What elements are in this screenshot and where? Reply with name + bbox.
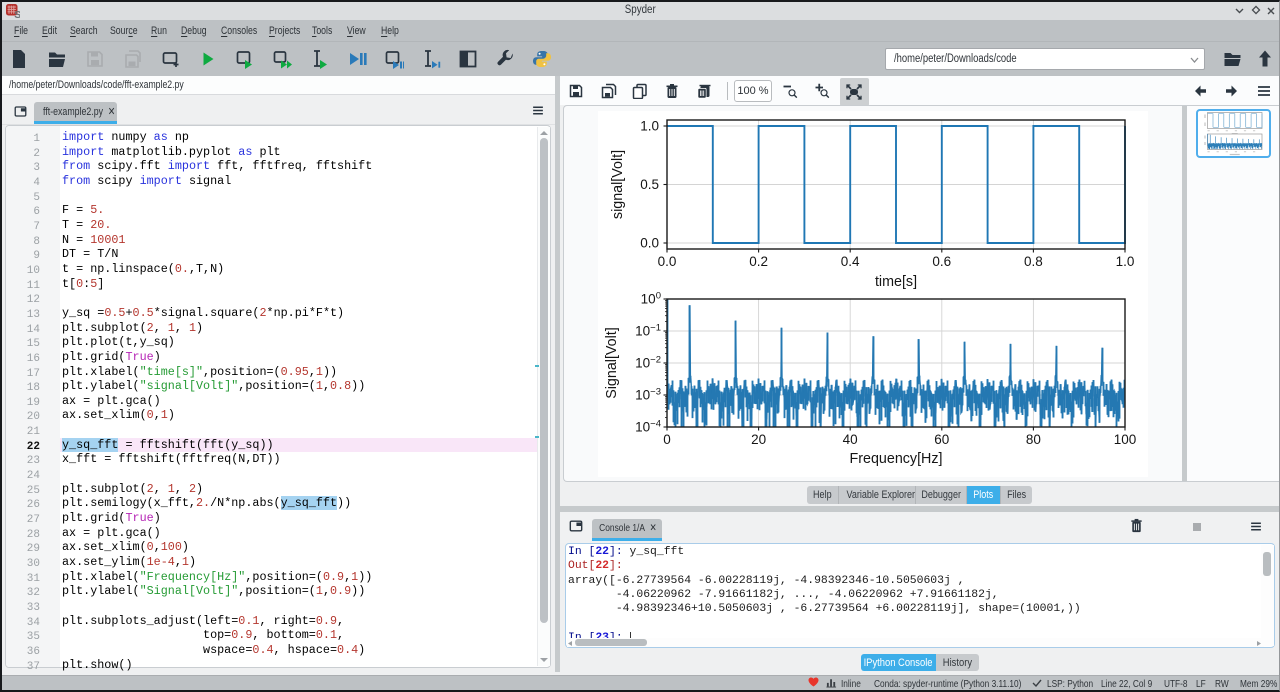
svg-text:0.5: 0.5 [640,177,659,192]
svg-text:Signal[Volt]: Signal[Volt] [604,327,620,399]
svg-text:1.0: 1.0 [640,119,659,134]
svg-text:signal[Volt]: signal[Volt] [610,150,626,219]
svg-text:0.6: 0.6 [932,254,951,269]
svg-text:0.0: 0.0 [640,236,659,251]
svg-text:0.0: 0.0 [658,254,677,269]
svg-text:S: S [14,9,20,18]
svg-text:40: 40 [843,432,858,447]
svg-text:20: 20 [751,432,766,447]
svg-text:100: 100 [1114,432,1137,447]
svg-text:80: 80 [1026,432,1041,447]
svg-text:0.2: 0.2 [749,254,768,269]
svg-text:time[s]: time[s] [875,274,917,290]
svg-text:0.4: 0.4 [841,254,860,269]
svg-text:Frequency[Hz]: Frequency[Hz] [850,451,943,467]
svg-text:60: 60 [934,432,949,447]
svg-text:0: 0 [663,432,671,447]
svg-text:1.0: 1.0 [1116,254,1135,269]
svg-text:0.8: 0.8 [1024,254,1043,269]
